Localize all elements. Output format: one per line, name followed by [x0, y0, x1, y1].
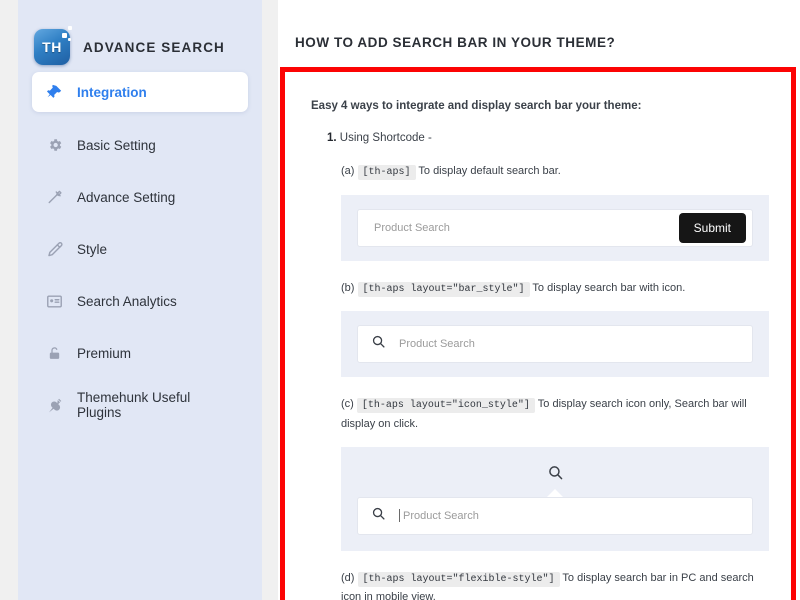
- logo-square-2: [62, 33, 67, 38]
- sidebar: TH ADVANCE SEARCH Integration Basic Sett…: [18, 0, 262, 600]
- item-description: To display search bar with icon.: [532, 281, 686, 294]
- search-field-wrapper[interactable]: Product Search Submit: [357, 208, 753, 247]
- sidebar-item-basic-setting[interactable]: Basic Setting: [32, 126, 248, 164]
- sidebar-item-advance-setting[interactable]: Advance Setting: [32, 178, 248, 216]
- shortcode-item-d: (d) [th-aps layout="flexible-style"] To …: [341, 569, 769, 600]
- analytics-card-icon: [46, 293, 63, 310]
- page-title: HOW TO ADD SEARCH BAR IN YOUR THEME?: [295, 35, 616, 50]
- item-marker: (d): [341, 571, 355, 584]
- logo-square-1: [68, 26, 72, 30]
- search-field-wrapper[interactable]: Product Search: [357, 325, 753, 363]
- item-marker: (b): [341, 281, 355, 294]
- step-using-shortcode: 1. Using Shortcode -: [327, 132, 769, 144]
- search-input-placeholder: Product Search: [399, 338, 475, 350]
- text-cursor: [399, 507, 401, 525]
- search-field-wrapper[interactable]: Product Search: [357, 496, 753, 535]
- plug-icon: [46, 397, 63, 414]
- shortcode-item-c: (c) [th-aps layout="icon_style"] To disp…: [341, 395, 769, 434]
- sidebar-item-search-analytics[interactable]: Search Analytics: [32, 282, 248, 320]
- sidebar-item-themehunk-useful-plugins[interactable]: Themehunk Useful Plugins: [32, 386, 248, 424]
- logo-square-3: [68, 38, 71, 41]
- brand-title: ADVANCE SEARCH: [83, 39, 225, 55]
- sidebar-nav: Integration Basic Setting Advance Settin…: [18, 72, 262, 424]
- sidebar-item-premium[interactable]: Premium: [32, 334, 248, 372]
- search-icon: [547, 464, 564, 486]
- preview-default-search-bar: Product Search Submit: [341, 194, 769, 261]
- sidebar-item-label: Style: [77, 241, 108, 257]
- shortcode-item-b: (b) [th-aps layout="bar_style"] To displ…: [341, 279, 769, 299]
- preview-bar-style-search: Product Search: [341, 311, 769, 377]
- sidebar-item-style[interactable]: Style: [32, 230, 248, 268]
- shortcode-item-a: (a) [th-aps] To display default search b…: [341, 162, 769, 182]
- instructions-panel: Easy 4 ways to integrate and display sea…: [285, 72, 791, 600]
- item-marker: (a): [341, 165, 355, 177]
- hammer-icon: [46, 189, 63, 206]
- sidebar-item-integration[interactable]: Integration: [32, 72, 248, 112]
- sidebar-item-label: Themehunk Useful Plugins: [77, 390, 191, 420]
- gear-icon: [46, 137, 63, 154]
- intro-text: Easy 4 ways to integrate and display sea…: [311, 100, 642, 112]
- sidebar-item-label: Advance Setting: [77, 189, 176, 205]
- search-icon: [371, 334, 386, 354]
- preview-icon-style-search: Product Search: [341, 446, 769, 551]
- pushpin-icon: [46, 84, 63, 101]
- sidebar-item-label: Search Analytics: [77, 293, 177, 309]
- brand: TH ADVANCE SEARCH: [18, 0, 262, 72]
- logo-text: TH: [42, 39, 62, 55]
- sidebar-item-label: Basic Setting: [77, 137, 156, 153]
- item-marker: (c): [341, 398, 354, 410]
- highlight-region: Easy 4 ways to integrate and display sea…: [280, 67, 796, 600]
- step-label: Using Shortcode -: [339, 132, 432, 144]
- themehunk-logo-icon: TH: [34, 26, 72, 65]
- shortcode-text[interactable]: [th-aps layout="bar_style"]: [357, 281, 530, 297]
- main-content: HOW TO ADD SEARCH BAR IN YOUR THEME? Eas…: [278, 0, 800, 600]
- search-input-placeholder: Product Search: [403, 509, 479, 522]
- search-input-placeholder: Product Search: [374, 221, 450, 234]
- step-number: 1.: [327, 132, 337, 144]
- search-icon-toggle[interactable]: [357, 461, 753, 498]
- shortcode-text[interactable]: [th-aps layout="icon_style"]: [356, 398, 535, 413]
- unlock-icon: [46, 345, 63, 362]
- sidebar-item-label: Premium: [77, 345, 132, 361]
- item-description: To display default search bar.: [418, 165, 561, 177]
- sidebar-item-label: Integration: [77, 84, 147, 100]
- search-icon: [371, 506, 386, 526]
- submit-button[interactable]: Submit: [678, 212, 746, 243]
- eyedropper-icon: [46, 241, 63, 258]
- shortcode-text[interactable]: [th-aps layout="flexible-style"]: [357, 571, 560, 587]
- shortcode-text[interactable]: [th-aps]: [357, 165, 416, 180]
